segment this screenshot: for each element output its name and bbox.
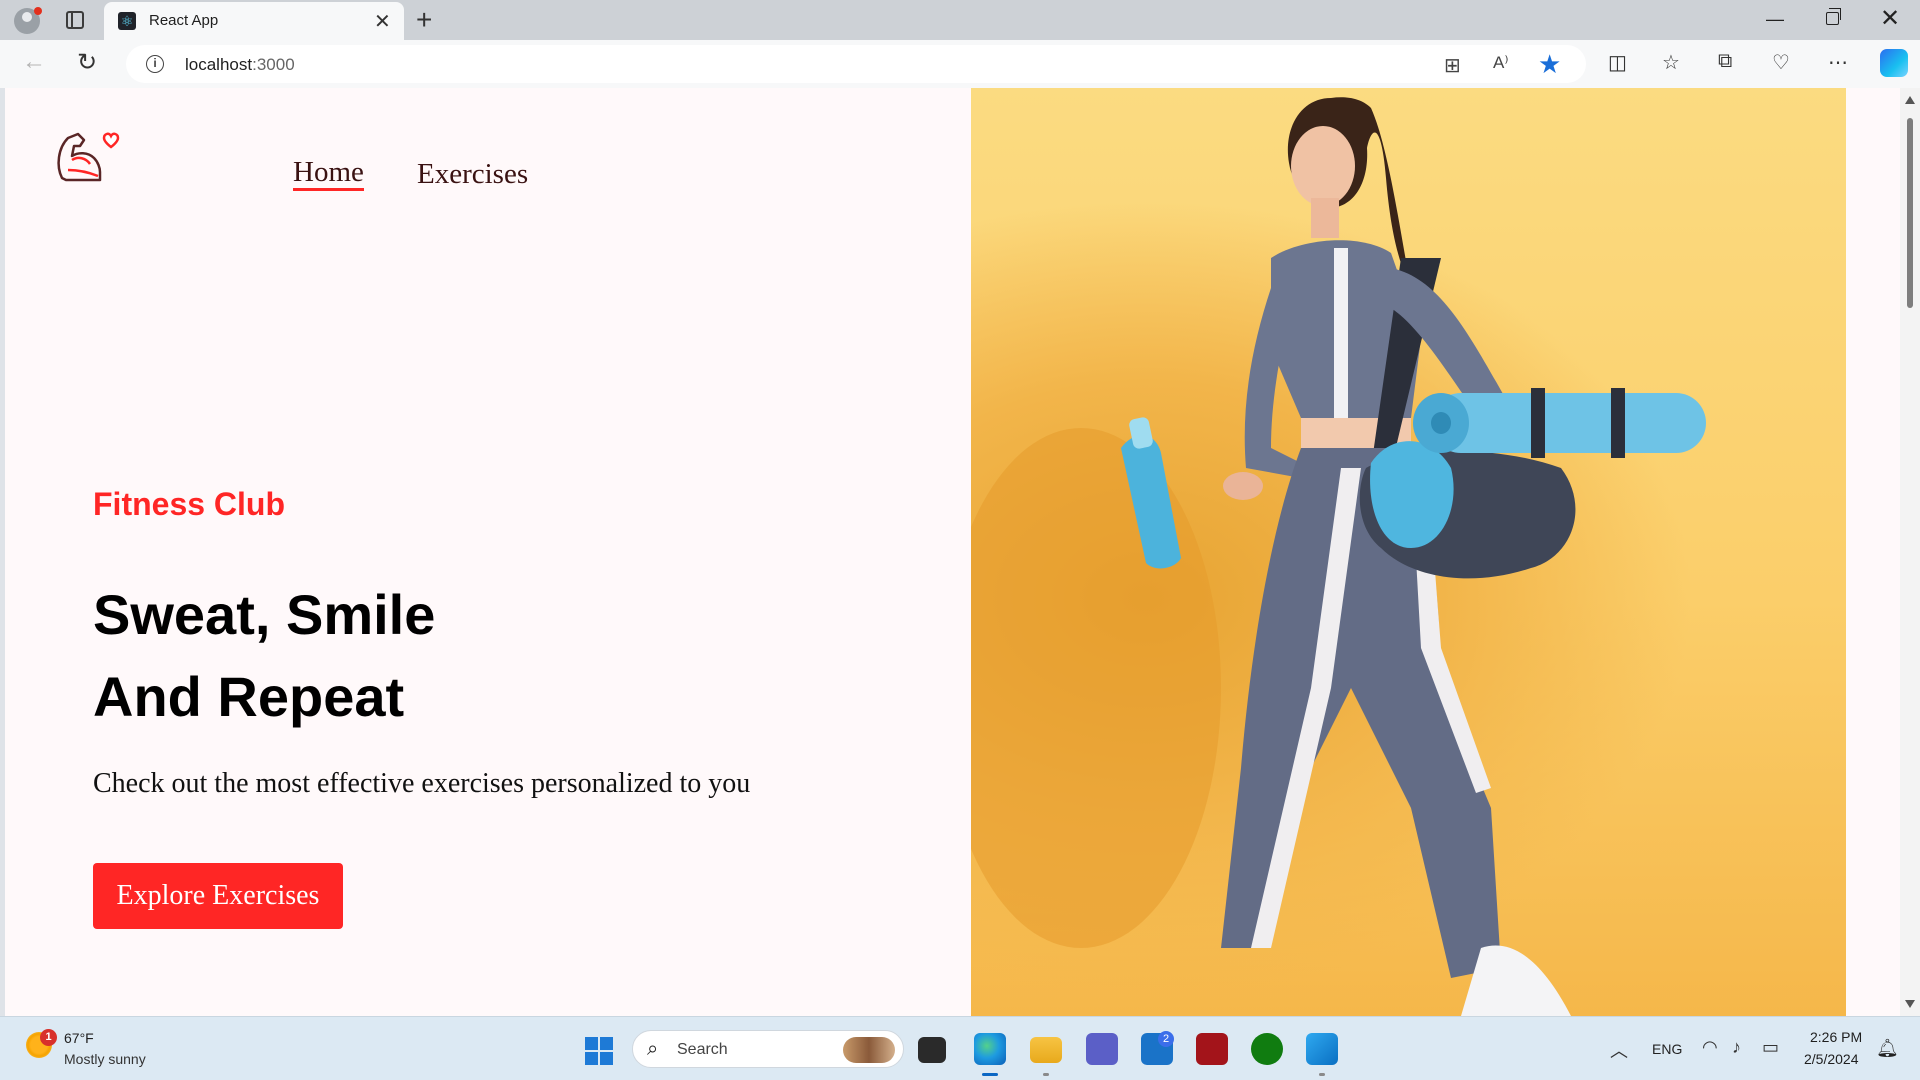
teams-icon[interactable] [1086, 1033, 1118, 1065]
page-viewport: Home Exercises Fitness Club Sweat, Smile… [5, 88, 1900, 1016]
notifications-bell-icon[interactable]: 🔔︎ [1876, 1038, 1899, 1059]
weather-condition[interactable]: Mostly sunny [64, 1051, 146, 1067]
app-available-icon[interactable]: ⊞ [1444, 53, 1461, 78]
headline-line-1: Sweat, Smile [93, 583, 436, 646]
tab-actions-icon[interactable] [66, 11, 84, 29]
clock-time[interactable]: 2:26 PM [1810, 1029, 1862, 1045]
close-window-button[interactable]: ✕ [1880, 4, 1900, 33]
headline-line-2: And Repeat [93, 665, 405, 728]
favorite-star-icon[interactable]: ★ [1538, 49, 1561, 80]
vertical-scrollbar[interactable] [1900, 88, 1920, 1016]
reload-button[interactable]: ↻ [77, 48, 97, 77]
back-button[interactable]: ← [22, 48, 46, 76]
xbox-icon[interactable] [1251, 1033, 1283, 1065]
scrollbar-thumb[interactable] [1907, 118, 1913, 308]
more-menu-icon[interactable]: ⋯ [1828, 50, 1848, 75]
weather-temp[interactable]: 67°F [64, 1030, 94, 1046]
search-icon: ⌕ [647, 1038, 659, 1060]
nav-exercises-link[interactable]: Exercises [417, 158, 528, 190]
edge-browser-icon[interactable] [974, 1033, 1006, 1065]
site-info-icon[interactable]: i [146, 55, 164, 73]
hero-tagline: Fitness Club [93, 486, 286, 522]
address-bar[interactable]: i localhost:3000 ⊞ A⁾ ★ [126, 45, 1586, 83]
edge-active-indicator [982, 1073, 998, 1076]
explorer-running-indicator [1043, 1073, 1049, 1076]
browser-title-bar: ⚛ React App ✕ + — ✕ [0, 0, 1920, 40]
browser-toolbar: ← ↻ i localhost:3000 ⊞ A⁾ ★ ◫ ☆ ⧉ ♡ ⋯ [0, 40, 1920, 88]
battery-icon[interactable]: ▭ [1762, 1037, 1779, 1058]
hero-banner-image [971, 88, 1846, 1016]
language-indicator[interactable]: ENG [1652, 1041, 1682, 1057]
favorites-icon[interactable]: ☆ [1662, 50, 1680, 75]
search-placeholder: Search [677, 1041, 728, 1058]
clock-date[interactable]: 2/5/2024 [1804, 1051, 1859, 1067]
vscode-running-indicator [1319, 1073, 1325, 1076]
collections-icon[interactable]: ⧉ [1718, 50, 1732, 73]
vscode-icon[interactable] [1306, 1033, 1338, 1065]
react-favicon-icon: ⚛ [118, 12, 136, 30]
hero-subtitle: Check out the most effective exercises p… [93, 768, 751, 799]
split-screen-icon[interactable]: ◫ [1608, 50, 1627, 75]
notification-dot [34, 7, 42, 15]
close-tab-icon[interactable]: ✕ [374, 9, 391, 34]
copilot-icon[interactable] [1880, 49, 1908, 77]
scroll-up-arrow-icon[interactable] [1905, 96, 1915, 104]
tab-title: React App [149, 12, 219, 29]
mail-badge: 2 [1158, 1031, 1174, 1047]
read-aloud-icon[interactable]: A⁾ [1493, 53, 1509, 73]
windows-taskbar: 1 67°F Mostly sunny ⌕ Search 2 ︿ ENG ◠ ♪… [0, 1016, 1920, 1080]
search-highlight-image [843, 1037, 895, 1063]
scroll-down-arrow-icon[interactable] [1905, 1000, 1915, 1008]
file-explorer-icon[interactable] [1030, 1037, 1062, 1063]
volume-icon[interactable]: ♪ [1732, 1037, 1741, 1058]
task-view-icon[interactable] [918, 1037, 946, 1063]
taskbar-search-box[interactable]: ⌕ Search [632, 1030, 904, 1068]
url-text: localhost:3000 [185, 55, 295, 74]
nav-home-link[interactable]: Home [293, 156, 364, 191]
windows-start-icon[interactable] [585, 1037, 613, 1065]
browser-tab[interactable]: ⚛ React App ✕ [104, 2, 404, 40]
minimize-button[interactable]: — [1766, 9, 1784, 30]
weather-badge: 1 [40, 1029, 57, 1046]
show-hidden-icons-chevron-icon[interactable]: ︿ [1610, 1037, 1628, 1063]
flexed-arm-logo-icon[interactable] [54, 126, 124, 186]
explore-exercises-button[interactable]: Explore Exercises [93, 863, 343, 929]
red-app-icon[interactable] [1196, 1033, 1228, 1065]
hero-headline: Sweat, Smile And Repeat [93, 574, 435, 738]
new-tab-button[interactable]: + [416, 4, 432, 36]
wifi-icon[interactable]: ◠ [1702, 1037, 1718, 1058]
browser-essentials-icon[interactable]: ♡ [1772, 50, 1790, 75]
restore-button[interactable] [1826, 8, 1841, 25]
woman-with-yoga-mat-image [971, 97, 1706, 1016]
